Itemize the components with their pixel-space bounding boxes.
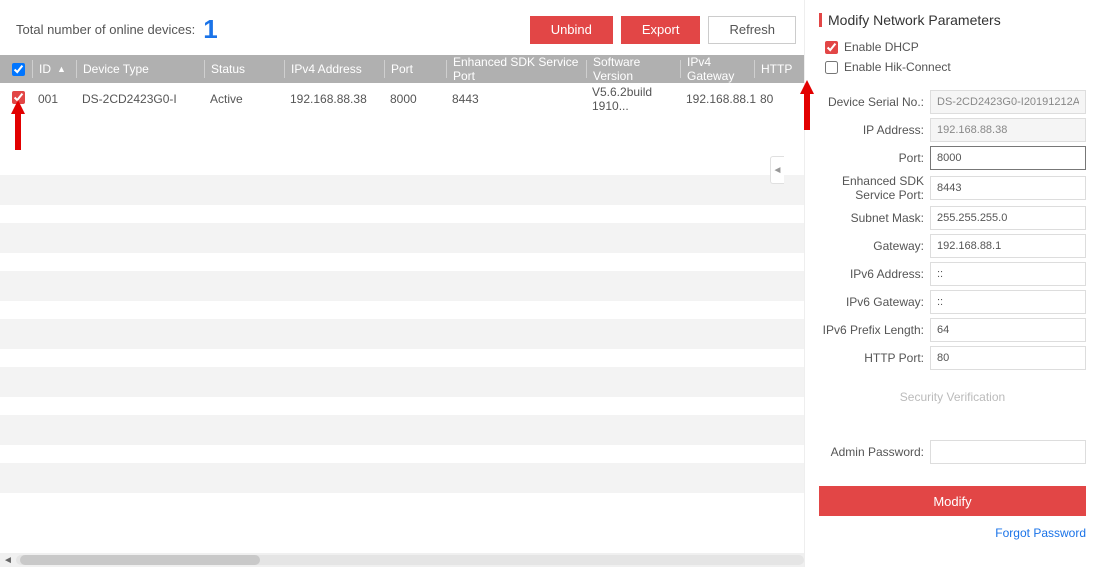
security-verification-label: Security Verification bbox=[819, 390, 1086, 404]
cell-ipv4: 192.168.88.38 bbox=[284, 92, 384, 106]
ipv6-gateway-field[interactable] bbox=[930, 290, 1086, 314]
label-admin: Admin Password: bbox=[819, 445, 930, 459]
col-http[interactable]: HTTP bbox=[754, 60, 804, 78]
label-httpport: HTTP Port: bbox=[819, 351, 930, 365]
device-count-value: 1 bbox=[203, 14, 217, 45]
empty-rows-area bbox=[0, 115, 804, 553]
cell-id: 001 bbox=[32, 92, 76, 106]
panel-title: Modify Network Parameters bbox=[819, 12, 1086, 28]
title-accent-bar bbox=[819, 13, 822, 27]
device-count-label: Total number of online devices: bbox=[16, 22, 195, 37]
export-button[interactable]: Export bbox=[621, 16, 701, 44]
admin-password-field[interactable] bbox=[930, 440, 1086, 464]
col-port[interactable]: Port bbox=[384, 60, 446, 78]
cell-http: 80 bbox=[754, 92, 804, 106]
enable-dhcp-checkbox[interactable] bbox=[825, 41, 838, 54]
cell-type: DS-2CD2423G0-I bbox=[76, 92, 204, 106]
serial-field bbox=[930, 90, 1086, 114]
collapse-panel-tab[interactable]: ◄ bbox=[770, 156, 784, 184]
label-ipv6a: IPv6 Address: bbox=[819, 267, 930, 281]
sdk-port-field[interactable] bbox=[930, 176, 1086, 200]
label-serial: Device Serial No.: bbox=[819, 95, 930, 109]
cell-sdk: 8443 bbox=[446, 92, 586, 106]
scroll-left-icon[interactable]: ◄ bbox=[0, 553, 16, 567]
unbind-button[interactable]: Unbind bbox=[530, 16, 613, 44]
col-status[interactable]: Status bbox=[204, 60, 284, 78]
cell-port: 8000 bbox=[384, 92, 446, 106]
col-gateway[interactable]: IPv4 Gateway bbox=[680, 60, 754, 78]
cell-status: Active bbox=[204, 92, 284, 106]
label-gateway: Gateway: bbox=[819, 239, 930, 253]
cell-gw: 192.168.88.1 bbox=[680, 92, 754, 106]
table-row[interactable]: 001 DS-2CD2423G0-I Active 192.168.88.38 … bbox=[0, 83, 804, 115]
forgot-password-link[interactable]: Forgot Password bbox=[995, 526, 1086, 540]
label-ip: IP Address: bbox=[819, 123, 930, 137]
enable-hikconnect-option[interactable]: Enable Hik-Connect bbox=[825, 60, 1086, 74]
col-ipv4[interactable]: IPv4 Address bbox=[284, 60, 384, 78]
ip-field bbox=[930, 118, 1086, 142]
cell-ver: V5.6.2build 1910... bbox=[586, 85, 680, 113]
refresh-button[interactable]: Refresh bbox=[708, 16, 796, 44]
gateway-field[interactable] bbox=[930, 234, 1086, 258]
subnet-field[interactable] bbox=[930, 206, 1086, 230]
port-field[interactable] bbox=[930, 146, 1086, 170]
col-id[interactable]: ID▲ bbox=[32, 60, 76, 78]
enable-dhcp-option[interactable]: Enable DHCP bbox=[825, 40, 1086, 54]
ipv6-prefix-field[interactable] bbox=[930, 318, 1086, 342]
col-sdk-port[interactable]: Enhanced SDK Service Port bbox=[446, 60, 586, 78]
col-device-type[interactable]: Device Type bbox=[76, 60, 204, 78]
ipv6-address-field[interactable] bbox=[930, 262, 1086, 286]
label-ipv6p: IPv6 Prefix Length: bbox=[819, 323, 930, 337]
table-header: ID▲ Device Type Status IPv4 Address Port… bbox=[0, 55, 804, 83]
select-all-checkbox[interactable] bbox=[12, 63, 25, 76]
label-sdk: Enhanced SDK Service Port: bbox=[819, 174, 930, 202]
col-version[interactable]: Software Version bbox=[586, 60, 680, 78]
label-subnet: Subnet Mask: bbox=[819, 211, 930, 225]
http-port-field[interactable] bbox=[930, 346, 1086, 370]
row-checkbox[interactable] bbox=[12, 91, 25, 104]
sort-asc-icon: ▲ bbox=[57, 64, 66, 74]
scroll-thumb[interactable] bbox=[20, 555, 260, 565]
modify-button[interactable]: Modify bbox=[819, 486, 1086, 516]
label-port: Port: bbox=[819, 151, 930, 165]
horizontal-scrollbar[interactable]: ◄ bbox=[0, 553, 804, 567]
label-ipv6g: IPv6 Gateway: bbox=[819, 295, 930, 309]
enable-hikconnect-checkbox[interactable] bbox=[825, 61, 838, 74]
